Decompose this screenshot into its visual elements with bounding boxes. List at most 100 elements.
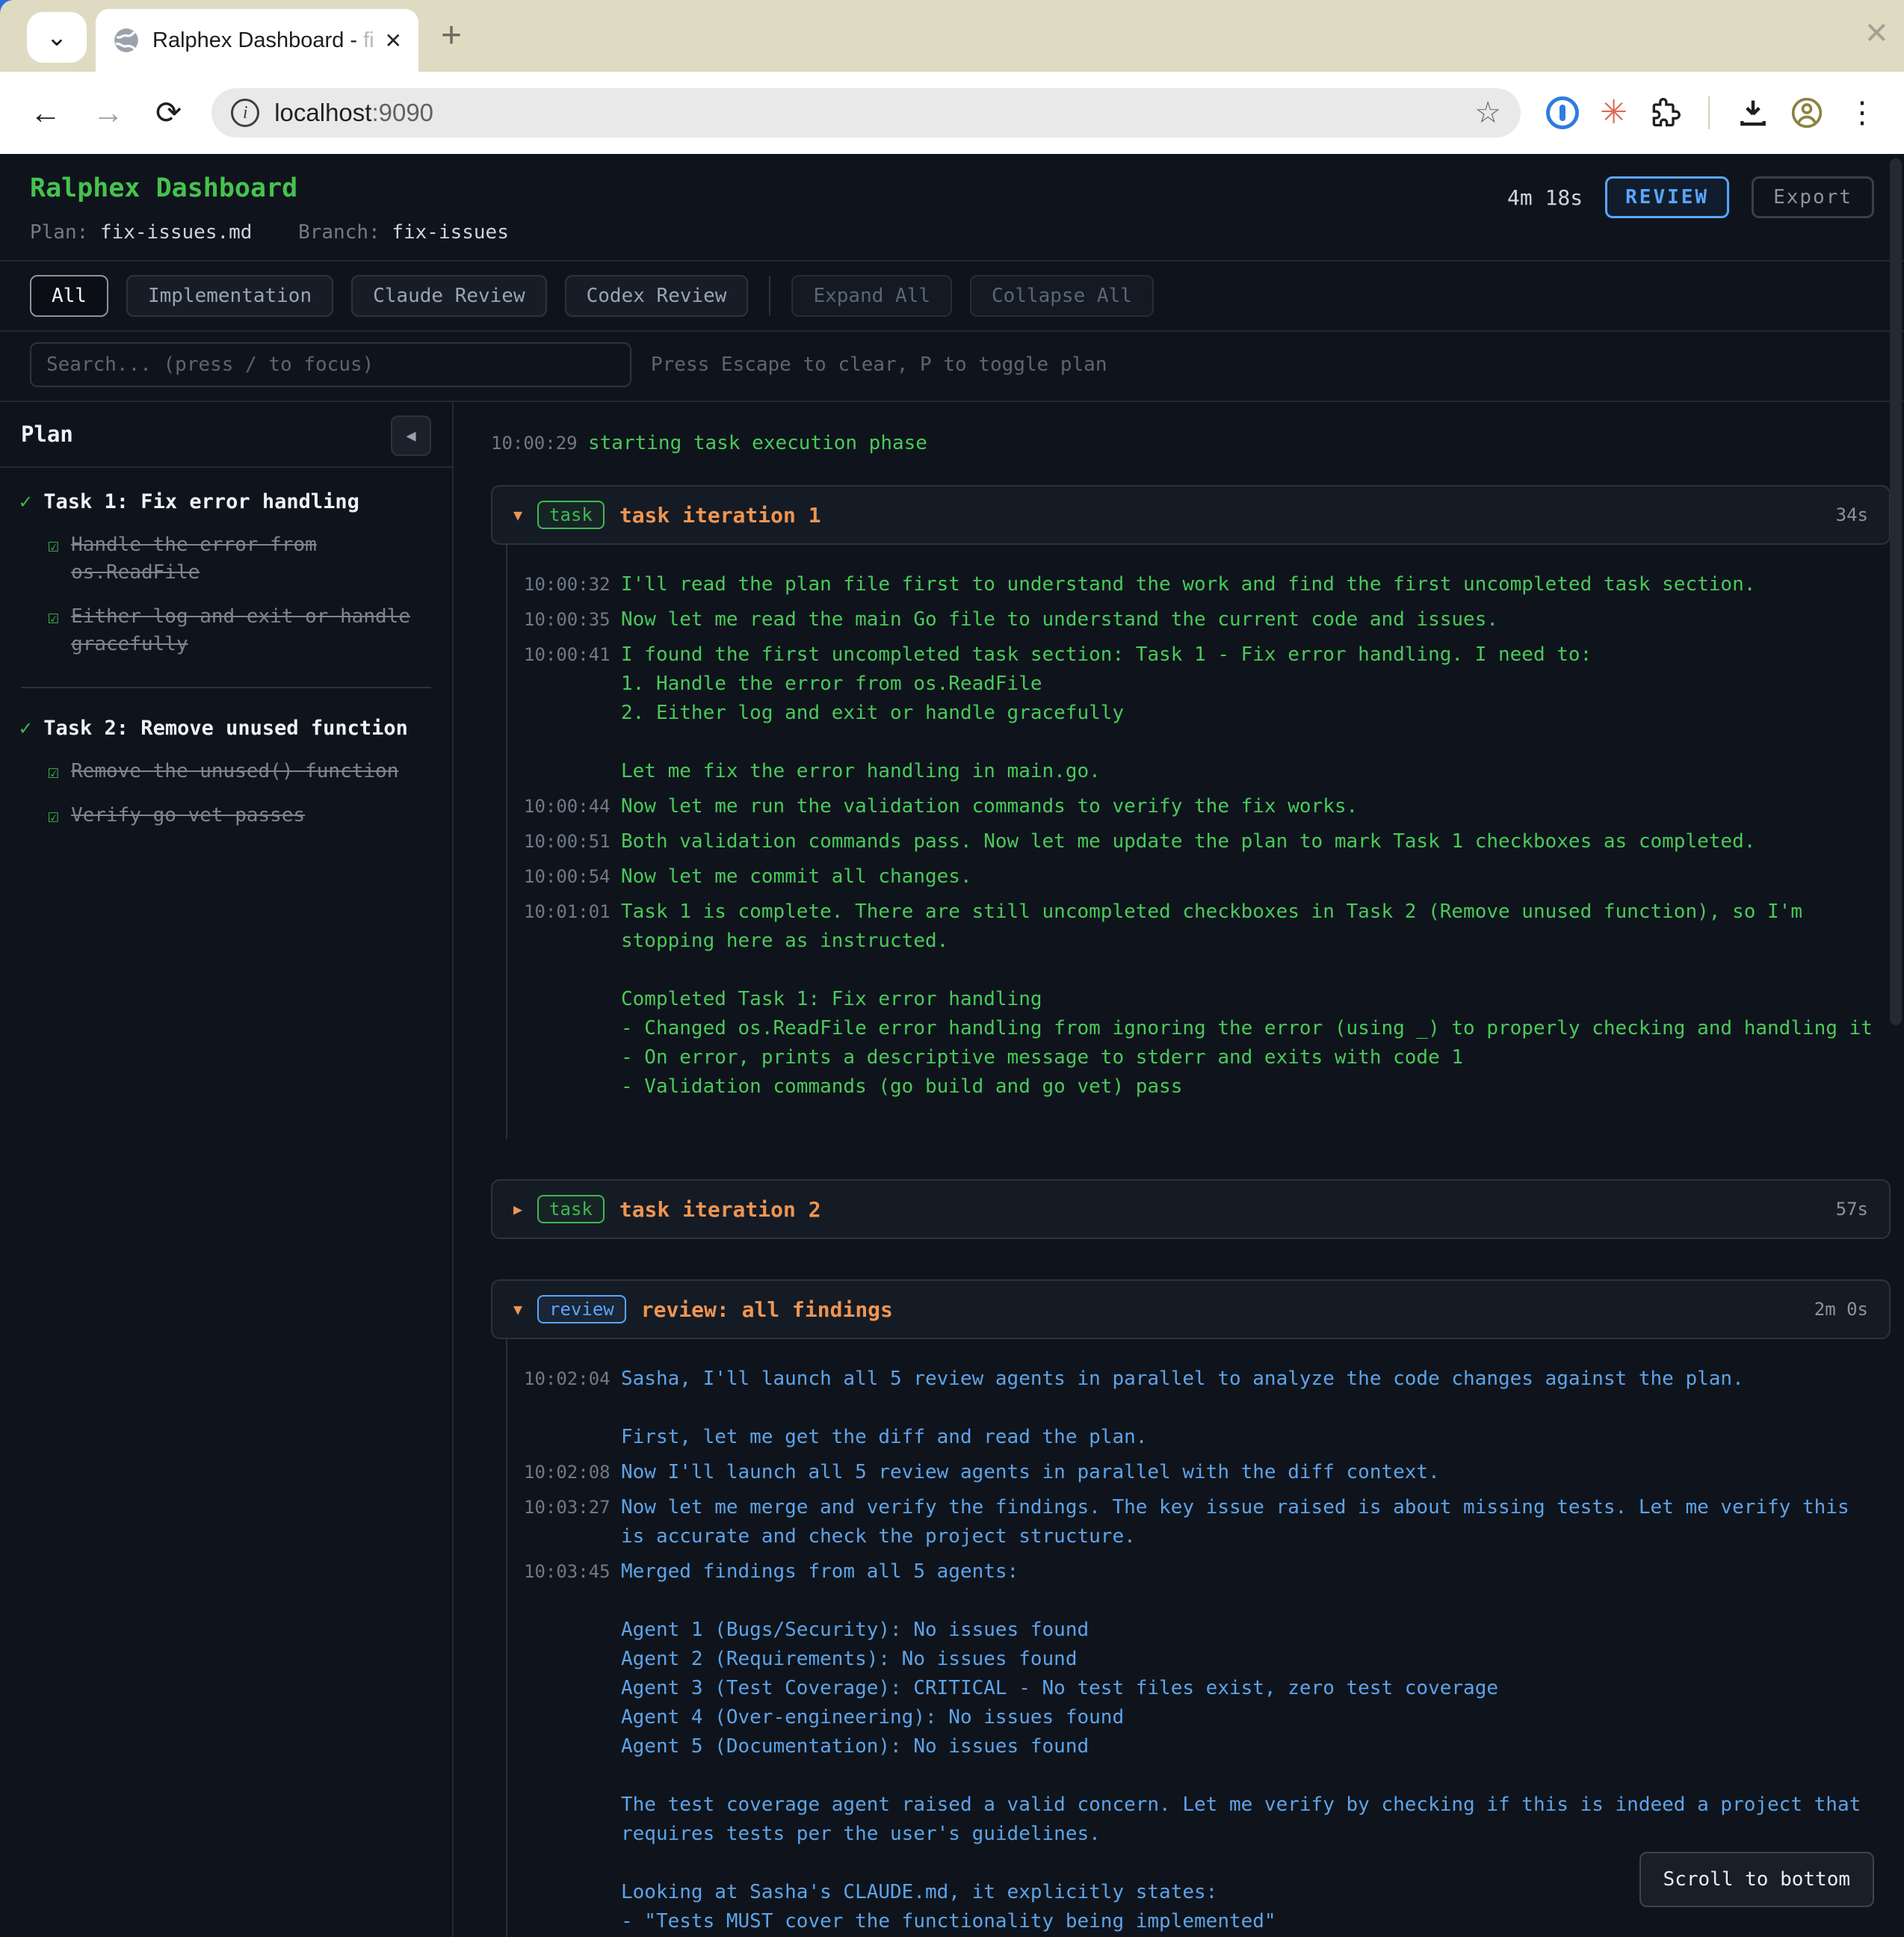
task-items: ☑ Remove the unused() function ☑ Verify go … [48,758,433,830]
task-checklist-item: ☑Either log and exit or handle gracefull… [48,603,433,658]
log-timestamp: 10:01:01 [524,898,602,1102]
task-item-text: Handle the error from os.ReadFile [71,531,433,587]
section-title: review: all findings [641,1297,893,1322]
log-entry: 10:00:44Now let me run the validation co… [524,792,1891,821]
tab-close-icon[interactable]: ✕ [385,28,402,53]
tab-title: Ralphex Dashboard - fix [152,28,373,53]
log-message: I found the first uncompleted task secti… [621,640,1592,786]
window-close-button[interactable]: ✕ [1864,16,1889,51]
section-duration: 2m 0s [1814,1299,1868,1320]
section-header[interactable]: ▼tasktask iteration 134s [491,485,1891,545]
starburst-extension-icon[interactable]: ✳ [1600,96,1628,129]
sidebar-collapse-button[interactable]: ◀ [391,415,431,456]
checkbox-checked-icon: ☑ [48,802,59,830]
elapsed-timer: 4m 18s [1507,185,1583,210]
filter-tab-codex-review[interactable]: Codex Review [565,275,749,317]
tab-search-button[interactable]: ⌄ [27,12,87,63]
plan-label: Plan: [30,221,88,244]
log-message: Both validation commands pass. Now let m… [621,827,1755,856]
task-checklist-item: ☑ Verify go vet passes [48,802,433,830]
log-timestamp: 10:03:45 [524,1557,602,1937]
browser-menu-icon[interactable]: ⋮ [1838,96,1886,130]
task-item-text: Remove the unused() function [71,758,398,785]
checkbox-checked-icon: ☑ [48,758,59,785]
reload-button[interactable]: ⟳ [143,90,194,135]
log-entry: 10:00:35Now let me read the main Go file… [524,605,1891,634]
filter-tab-implementation[interactable]: Implementation [126,275,333,317]
collapse-left-icon: ◀ [406,427,415,445]
log-message: Now let me commit all changes. [621,862,972,892]
log-entry: 10:00:32 I'll read the plan file first to… [524,570,1891,599]
filter-tab-claude-review[interactable]: Claude Review [351,275,547,317]
checkmark-icon: ✓ [19,490,31,513]
site-info-icon[interactable]: i [231,99,259,127]
log-timestamp: 10:00:32 [524,570,602,599]
expand-all-button[interactable]: Expand All [791,275,952,317]
url-text[interactable]: localhost:9090 [274,99,1459,127]
section-type-badge: review [537,1295,626,1323]
log-entry: 10:02:08Now I'll launch all 5 review age… [524,1458,1891,1487]
browser-tab[interactable]: Ralphex Dashboard - fix ✕ [96,9,418,72]
filter-tab-all[interactable]: All [30,275,108,317]
page-scrollbar-thumb[interactable] [1890,158,1902,1025]
log-message: Task 1 is complete. There are still unco… [621,898,1876,1102]
task-header: ✓Task 2: Remove unused function [19,717,433,740]
profile-avatar-icon[interactable] [1790,96,1823,129]
log-section: ▼tasktask iteration 134s10:00:32I'll rea… [491,485,1891,1139]
section-header[interactable]: ▶tasktask iteration 257s [491,1179,1891,1239]
toolbar-divider [1708,96,1710,129]
url-bar[interactable]: i localhost:9090 ☆ [211,88,1521,138]
plan-branch-meta: Plan: fix-issues.md Branch: fix-issues [30,221,1874,244]
search-hint: Press Escape to clear, P to toggle plan [651,353,1107,376]
task-header: ✓Task 1: Fix error handling [19,490,433,513]
branch-value: fix-issues [392,221,509,244]
log-timestamp: 10:00:44 [524,792,602,821]
log-timestamp: 10:00:54 [524,862,602,892]
export-button[interactable]: Export [1752,176,1874,218]
log-message: Now I'll launch all 5 review agents in p… [621,1458,1440,1487]
filter-divider [769,277,770,315]
task-checklist-item: ☑Handle the error from os.ReadFile [48,531,433,587]
header-actions: 4m 18s REVIEW Export [1507,176,1874,218]
section-title: task iteration 1 [619,503,821,528]
log-timestamp: 10:02:04 [524,1365,602,1452]
log-message: Now let me merge and verify the findings… [621,1493,1876,1551]
log-message: starting task execution phase [588,429,927,458]
extension-icons: ✳ [1539,96,1831,129]
scroll-to-bottom-button[interactable]: Scroll to bottom [1639,1852,1874,1907]
task-item-text: Verify go vet passes [71,802,305,830]
log-message: I'll read the plan file first to underst… [621,570,1755,599]
log-entry: 10:00:29 starting task execution phase [491,429,1891,458]
task-list: ✓Task 1: Fix error handling☑Handle the e… [0,468,452,830]
log-area: 10:00:29 starting task execution phase ▼… [454,402,1904,1937]
search-row: Press Escape to clear, P to toggle plan [0,332,1904,401]
log-entry: 10:00:51Both validation commands pass. N… [524,827,1891,856]
log-timestamp: 10:00:35 [524,605,602,634]
log-timestamp: 10:00:29 [491,429,569,458]
log-section: ▶tasktask iteration 257s [491,1179,1891,1239]
section-header[interactable]: ▼reviewreview: all findings2m 0s [491,1279,1891,1339]
checkbox-checked-icon: ☑ [48,603,59,658]
task-item-text: Either log and exit or handle gracefully [71,603,433,658]
section-duration: 34s [1836,504,1868,525]
search-input[interactable] [30,342,631,387]
bookmark-star-icon[interactable]: ☆ [1474,96,1501,130]
password-manager-icon[interactable] [1546,96,1579,129]
review-button[interactable]: REVIEW [1605,176,1729,218]
sidebar-title: Plan [21,421,73,447]
task-title: Task 2: Remove unused function [43,717,408,740]
chevron-down-icon: ⌄ [46,22,68,52]
task-block: ✓Task 1: Fix error handling ☑Handle the e… [19,490,433,658]
plan-sidebar: Plan ◀ ✓Task 1: Fix error handling☑Handl… [0,402,454,1937]
chevron-down-icon: ▼ [513,506,522,524]
section-body: 10:02:04Sasha, I'll launch all 5 review … [506,1339,1891,1937]
back-button[interactable]: ← [18,90,73,135]
download-icon[interactable] [1737,96,1769,129]
new-tab-button[interactable]: + [441,19,462,52]
extensions-puzzle-icon[interactable] [1648,96,1681,129]
checkbox-checked-icon: ☑ [48,531,59,587]
ralphex-dashboard: Ralphex Dashboard Plan: fix-issues.md Br… [0,154,1904,1937]
forward-button[interactable]: → [81,90,136,135]
collapse-all-button[interactable]: Collapse All [970,275,1154,317]
section-title: task iteration 2 [619,1197,821,1222]
